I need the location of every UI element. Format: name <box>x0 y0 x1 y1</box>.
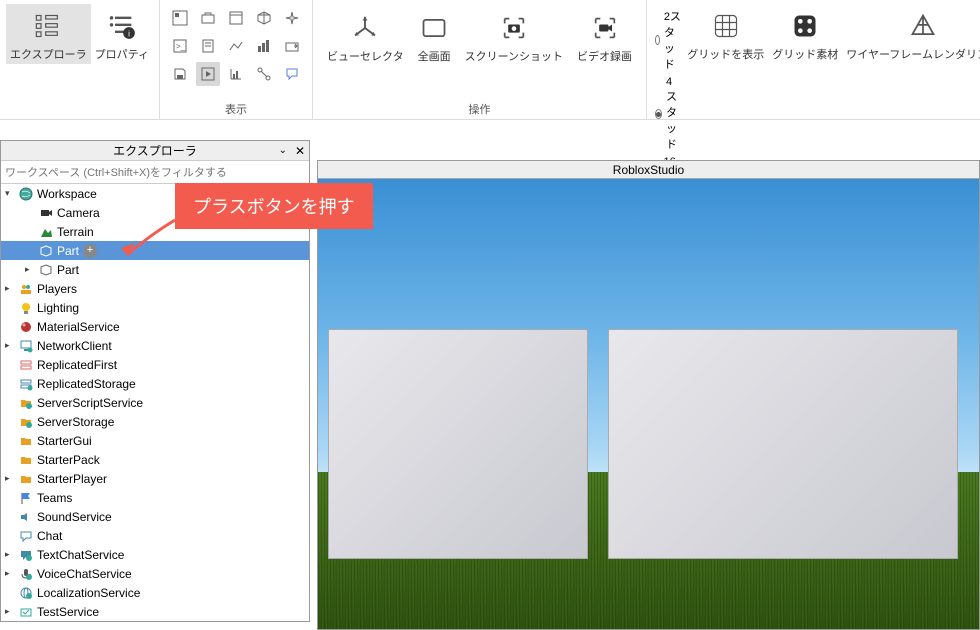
view-selector-button[interactable]: ビューセレクタ <box>323 6 408 66</box>
camera-small-icon <box>38 205 54 221</box>
play-icon[interactable] <box>196 62 220 86</box>
tree-item-starterplayer[interactable]: ▸StarterPlayer <box>1 469 309 488</box>
tree-item-sound[interactable]: SoundService <box>1 507 309 526</box>
fullscreen-icon <box>418 12 450 44</box>
globe-small-icon <box>18 585 34 601</box>
floppy-icon[interactable] <box>168 62 192 86</box>
part-block <box>608 329 958 559</box>
storage-icon <box>18 376 34 392</box>
asset-manager-icon[interactable] <box>168 6 192 30</box>
chat-icon <box>18 528 34 544</box>
fullscreen-button[interactable]: 全画面 <box>414 6 455 66</box>
tree-item-network[interactable]: ▸NetworkClient <box>1 336 309 355</box>
ribbon-toolbar: エクスプローラ i プロパティ >_ 表示 <box>0 0 980 120</box>
mic-icon <box>18 566 34 582</box>
bar-chart-icon[interactable] <box>224 62 248 86</box>
tree-item-players[interactable]: ▸Players <box>1 279 309 298</box>
globe-icon <box>18 186 34 202</box>
tree-item-serverscript[interactable]: ServerScriptService <box>1 393 309 412</box>
add-child-button[interactable]: + <box>83 244 97 258</box>
folder-icon <box>18 433 34 449</box>
tree-item-serverstorage[interactable]: ServerStorage <box>1 412 309 431</box>
tree-item-textchat[interactable]: ▸TextChatService <box>1 545 309 564</box>
tree-item-lighting[interactable]: Lighting <box>1 298 309 317</box>
svg-text:i: i <box>128 30 130 39</box>
sound-icon <box>18 509 34 525</box>
stud-2-radio[interactable]: 2スタッド <box>655 8 681 72</box>
mountain-icon <box>38 224 54 240</box>
close-icon[interactable]: ✕ <box>295 141 305 161</box>
arrow-annotation <box>115 210 185 265</box>
folder-arrow-icon[interactable] <box>280 34 304 58</box>
view-group-label: 表示 <box>225 101 247 117</box>
tree-item-startergui[interactable]: StarterGui <box>1 431 309 450</box>
folder-icon <box>18 452 34 468</box>
chat-bubble-icon[interactable] <box>280 62 304 86</box>
sparkle-icon[interactable] <box>280 6 304 30</box>
axis-icon <box>349 12 381 44</box>
players-icon <box>18 281 34 297</box>
3d-viewport[interactable] <box>318 179 979 629</box>
viewport-title: RobloxStudio <box>318 161 979 179</box>
tree-item-voicechat[interactable]: ▸VoiceChatService <box>1 564 309 583</box>
folder-icon <box>18 414 34 430</box>
folder-green-icon <box>18 395 34 411</box>
tree-icon <box>32 10 64 42</box>
part-icon <box>38 262 54 278</box>
explorer-button-label: エクスプローラ <box>10 46 87 62</box>
window-icon[interactable] <box>224 6 248 30</box>
tree-item-localization[interactable]: LocalizationService <box>1 583 309 602</box>
tree-item-starterpack[interactable]: StarterPack <box>1 450 309 469</box>
folder-icon <box>18 471 34 487</box>
view-icon-grid: >_ <box>166 4 306 88</box>
video-button[interactable]: ビデオ録画 <box>573 6 636 66</box>
properties-button[interactable]: i プロパティ <box>91 4 153 64</box>
tree-item-material[interactable]: MaterialService <box>1 317 309 336</box>
tree-item-teams[interactable]: Teams <box>1 488 309 507</box>
server-icon <box>18 357 34 373</box>
material-icon <box>18 319 34 335</box>
flag-icon <box>18 490 34 506</box>
explorer-button[interactable]: エクスプローラ <box>6 4 91 64</box>
tree-item-chat[interactable]: Chat <box>1 526 309 545</box>
explorer-panel-title: エクスプローラ ⌄ ✕ <box>1 141 309 161</box>
grid-icon <box>710 10 742 42</box>
output-icon[interactable]: >_ <box>168 34 192 58</box>
cube-icon[interactable] <box>252 6 276 30</box>
graph-icon[interactable] <box>252 62 276 86</box>
textchat-icon <box>18 547 34 563</box>
toolbox-icon[interactable] <box>196 6 220 30</box>
stud-4-radio[interactable]: 4スタッド <box>655 76 681 152</box>
svg-text:>_: >_ <box>176 42 186 51</box>
instruction-callout: プラスボタンを押す <box>175 183 373 229</box>
pin-icon[interactable]: ⌄ <box>279 141 287 161</box>
part-icon <box>38 243 54 259</box>
terrain-icon[interactable] <box>224 34 248 58</box>
list-icon: i <box>106 10 138 42</box>
wireframe-icon <box>907 10 939 42</box>
part-block <box>328 329 588 559</box>
screenshot-button[interactable]: スクリーンショット <box>461 6 567 66</box>
explorer-filter-input[interactable] <box>5 167 305 179</box>
script-icon[interactable] <box>196 34 220 58</box>
properties-button-label: プロパティ <box>95 46 149 62</box>
test-icon <box>18 604 34 620</box>
network-icon <box>18 338 34 354</box>
video-icon <box>589 12 621 44</box>
viewport-container: RobloxStudio <box>317 160 980 630</box>
tree-item-testservice[interactable]: ▸TestService <box>1 602 309 621</box>
tree-item-replicatedfirst[interactable]: ReplicatedFirst <box>1 355 309 374</box>
chart-icon[interactable] <box>252 34 276 58</box>
camera-icon <box>498 12 530 44</box>
bulb-icon <box>18 300 34 316</box>
grid-material-icon <box>789 10 821 42</box>
tree-item-replicatedstorage[interactable]: ReplicatedStorage <box>1 374 309 393</box>
